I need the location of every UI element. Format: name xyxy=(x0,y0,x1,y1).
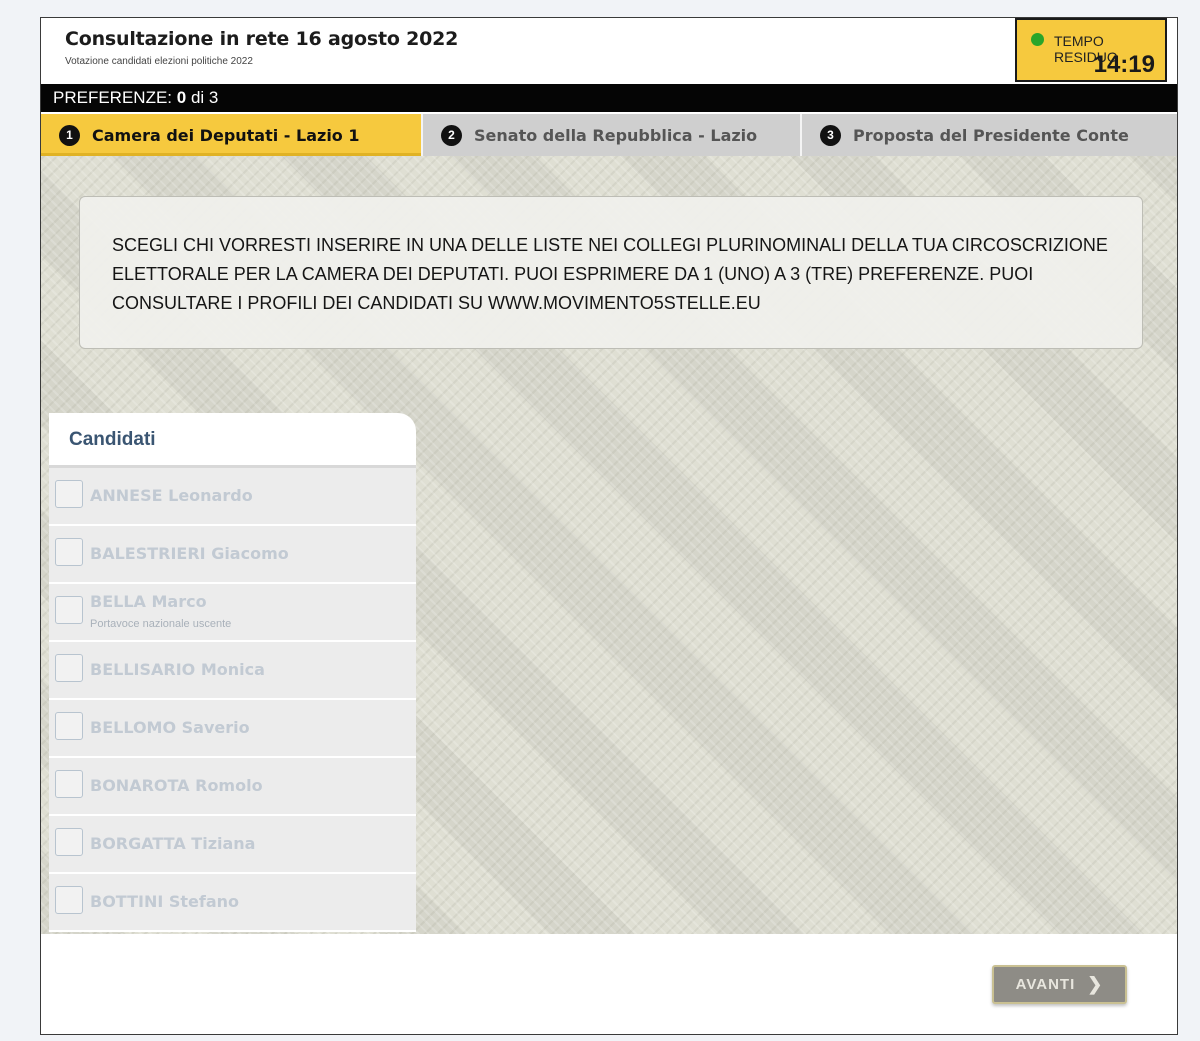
tab-senato[interactable]: 2 Senato della Repubblica - Lazio xyxy=(421,114,800,156)
step-1-icon: 1 xyxy=(59,124,80,146)
candidate-note: Portavoce nazionale uscente xyxy=(90,618,232,630)
instructions-text: SCEGLI CHI VORRESTI INSERIRE IN UNA DELL… xyxy=(112,235,1108,313)
candidate-name: BONAROTA Romolo xyxy=(90,776,263,795)
chevron-right-icon: ❯ xyxy=(1087,974,1104,994)
next-button[interactable]: AVANTI ❯ xyxy=(992,965,1127,1004)
tab-camera[interactable]: 1 Camera dei Deputati - Lazio 1 xyxy=(41,114,421,156)
candidate-row[interactable]: BELLISARIO Monica xyxy=(49,642,416,700)
voting-window: Consultazione in rete 16 agosto 2022 Vot… xyxy=(40,17,1178,1035)
candidate-row[interactable]: BELLA Marco Portavoce nazionale uscente xyxy=(49,584,416,642)
preferences-total: di 3 xyxy=(190,88,219,107)
preferences-count: 0 xyxy=(176,88,187,107)
candidate-name: BELLA Marco xyxy=(90,592,207,611)
candidates-title: Candidati xyxy=(49,413,416,468)
page-title: Consultazione in rete 16 agosto 2022 xyxy=(65,28,459,50)
candidate-checkbox[interactable] xyxy=(55,538,83,566)
preferences-bar: PREFERENZE: 0 di 3 xyxy=(41,84,1177,112)
tab-label: Proposta del Presidente Conte xyxy=(853,125,1129,145)
candidates-list: ANNESE Leonardo BALESTRIERI Giacomo BELL… xyxy=(49,468,416,932)
candidate-checkbox[interactable] xyxy=(55,712,83,740)
candidate-checkbox[interactable] xyxy=(55,654,83,682)
candidate-row[interactable]: BELLOMO Saverio xyxy=(49,700,416,758)
page-header: Consultazione in rete 16 agosto 2022 Vot… xyxy=(41,18,1177,84)
candidate-row[interactable]: BALESTRIERI Giacomo xyxy=(49,526,416,584)
candidate-row[interactable]: BORGATTA Tiziana xyxy=(49,816,416,874)
candidate-name: BELLOMO Saverio xyxy=(90,718,250,737)
step-3-icon: 3 xyxy=(820,124,841,146)
timer-value: 14:19 xyxy=(1093,51,1155,78)
candidate-row[interactable]: BOTTINI Stefano xyxy=(49,874,416,932)
tab-proposta[interactable]: 3 Proposta del Presidente Conte xyxy=(800,114,1177,156)
candidate-name: BELLISARIO Monica xyxy=(90,660,265,679)
page-subtitle: Votazione candidati elezioni politiche 2… xyxy=(65,56,253,67)
candidate-name: BORGATTA Tiziana xyxy=(90,834,256,853)
candidate-checkbox[interactable] xyxy=(55,770,83,798)
candidate-name: BOTTINI Stefano xyxy=(90,892,240,911)
candidate-checkbox[interactable] xyxy=(55,828,83,856)
step-2-icon: 2 xyxy=(441,124,462,146)
status-dot-icon xyxy=(1031,33,1044,46)
tab-label: Camera dei Deputati - Lazio 1 xyxy=(92,125,360,145)
candidates-panel: Candidati ANNESE Leonardo BALESTRIERI Gi… xyxy=(49,413,416,934)
ballot-tabs: 1 Camera dei Deputati - Lazio 1 2 Senato… xyxy=(41,114,1177,156)
time-remaining-box: TEMPO RESIDUO 14:19 xyxy=(1015,18,1167,82)
instructions-box: SCEGLI CHI VORRESTI INSERIRE IN UNA DELL… xyxy=(79,196,1143,349)
candidate-checkbox[interactable] xyxy=(55,886,83,914)
candidate-checkbox[interactable] xyxy=(55,480,83,508)
ballot-content: SCEGLI CHI VORRESTI INSERIRE IN UNA DELL… xyxy=(41,156,1177,934)
candidate-checkbox[interactable] xyxy=(55,596,83,624)
next-button-label: AVANTI xyxy=(1015,976,1076,993)
tab-label: Senato della Repubblica - Lazio xyxy=(474,125,758,145)
candidate-name: BALESTRIERI Giacomo xyxy=(90,544,289,563)
candidate-row[interactable]: BONAROTA Romolo xyxy=(49,758,416,816)
preferences-label: PREFERENZE: xyxy=(53,88,173,107)
candidate-row[interactable]: ANNESE Leonardo xyxy=(49,468,416,526)
page-footer: AVANTI ❯ xyxy=(41,934,1177,1034)
candidate-name: ANNESE Leonardo xyxy=(90,486,253,505)
